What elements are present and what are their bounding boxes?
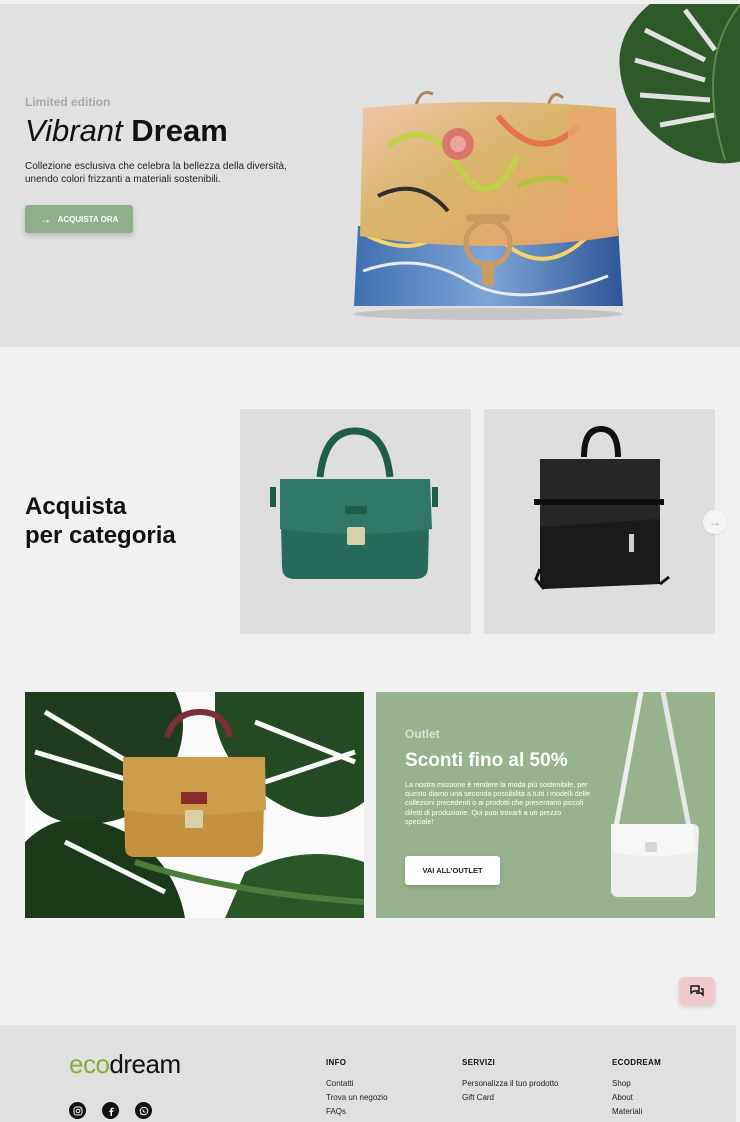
footer-servizi-title: SERVIZI — [462, 1058, 496, 1067]
hero-banner: Limited edition Vibrant Dream Collezione… — [0, 4, 740, 347]
shop-now-label: ACQUISTA ORA — [57, 214, 119, 224]
category-heading: Acquista per categoria — [25, 493, 176, 551]
footer-link-contatti[interactable]: Contatti — [326, 1077, 388, 1091]
white-bag-image — [611, 692, 699, 897]
chat-button[interactable] — [679, 977, 715, 1005]
footer-column-info: INFO Contatti Trova un negozio FAQs — [326, 1058, 388, 1119]
logo-dream: dream — [109, 1049, 181, 1079]
hero-eyebrow: Limited edition — [25, 95, 111, 109]
monstera-leaf-decoration — [619, 4, 740, 164]
ecodream-logo[interactable]: ecodream — [69, 1049, 181, 1080]
logo-eco: eco — [69, 1049, 110, 1079]
green-handbag-image — [270, 427, 438, 579]
category-card-backpack[interactable] — [484, 409, 715, 634]
arrow-right-icon: → — [709, 515, 721, 529]
arrow-right-icon: → — [39, 212, 52, 226]
outlet-title: Sconti fino al 50% — [405, 750, 568, 771]
footer-link-trova-negozio[interactable]: Trova un negozio — [326, 1091, 388, 1105]
footer-link-faqs[interactable]: FAQs — [326, 1105, 388, 1119]
hero-title-bold: Dream — [131, 113, 228, 148]
category-heading-line2: per categoria — [25, 521, 176, 549]
black-backpack-image — [534, 425, 670, 590]
social-links — [69, 1102, 152, 1119]
category-card-handbag[interactable] — [240, 409, 471, 634]
outlet-banner: Outlet Sconti fino al 50% La nostra miss… — [376, 692, 715, 918]
hero-product-image — [353, 91, 623, 320]
outlet-description: La nostra missione è rendere la moda più… — [405, 780, 590, 826]
hero-title: Vibrant Dream — [25, 113, 228, 148]
facebook-icon[interactable] — [102, 1102, 119, 1119]
hero-description: Collezione esclusiva che celebra la bell… — [25, 161, 287, 185]
hero-title-italic: Vibrant — [25, 113, 123, 148]
instagram-icon[interactable] — [69, 1102, 86, 1119]
footer-info-title: INFO — [326, 1058, 347, 1067]
outlet-eyebrow: Outlet — [405, 727, 440, 741]
footer-link-shop[interactable]: Shop — [612, 1077, 661, 1091]
category-heading-line1: Acquista — [25, 493, 127, 520]
carousel-next-button[interactable]: → — [703, 510, 727, 534]
whatsapp-icon[interactable] — [135, 1102, 152, 1119]
footer-link-about[interactable]: About — [612, 1091, 661, 1105]
footer-link-gift-card[interactable]: Gift Card — [462, 1091, 559, 1105]
footer-link-personalizza[interactable]: Personalizza il tuo prodotto — [462, 1077, 559, 1091]
promo-lifestyle-image — [25, 692, 364, 918]
chat-icon — [690, 985, 704, 997]
footer-column-ecodream: ECODREAM Shop About Materiali — [612, 1058, 661, 1119]
footer-column-servizi: SERVIZI Personalizza il tuo prodotto Gif… — [462, 1058, 559, 1105]
footer-link-materiali[interactable]: Materiali — [612, 1105, 661, 1119]
footer-ecodream-title: ECODREAM — [612, 1058, 662, 1067]
go-to-outlet-button[interactable]: VAI ALL'OUTLET — [405, 856, 500, 885]
footer: ecodream INFO Contatti Trova un negozio … — [0, 1025, 736, 1122]
shop-now-button[interactable]: → ACQUISTA ORA — [25, 205, 133, 233]
